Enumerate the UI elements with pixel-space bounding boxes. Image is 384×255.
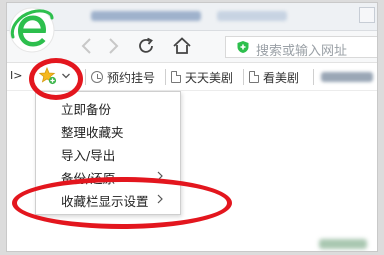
bookmark-item[interactable]: 天天美剧 (171, 69, 233, 85)
chevron-right-icon (157, 171, 163, 181)
menu-item-import-export[interactable]: 导入/导出 (36, 142, 182, 164)
menu-item-label: 整理收藏夹 (61, 125, 124, 140)
menu-item-label: 收藏栏显示设置 (61, 194, 149, 209)
chevron-down-icon (62, 73, 70, 79)
home-button[interactable] (171, 35, 193, 57)
favorites-button[interactable] (37, 67, 77, 87)
back-button[interactable] (77, 35, 97, 57)
refresh-button[interactable] (135, 35, 157, 57)
address-bar[interactable]: 搜索或输入网址 (225, 36, 377, 59)
menu-item-backup-restore[interactable]: 备份/还原 (36, 165, 182, 187)
tab-strip (7, 3, 377, 31)
page-icon (249, 71, 259, 83)
shield-icon (237, 41, 249, 53)
forward-button[interactable] (103, 35, 123, 57)
refresh-icon (139, 37, 153, 53)
blurred-bookmark[interactable] (321, 72, 373, 82)
chevron-right-icon (109, 38, 119, 54)
divider (85, 69, 86, 85)
chevron-right-icon (157, 194, 163, 204)
menu-item-backup-now[interactable]: 立即备份 (36, 96, 182, 118)
divider (313, 69, 314, 85)
bookmark-item[interactable]: 看美剧 (249, 69, 299, 85)
star-add-icon (39, 67, 57, 85)
ie-logo-icon (9, 7, 55, 53)
bookmark-label: 看美剧 (263, 70, 300, 85)
favorites-dropdown-menu: 立即备份 整理收藏夹 导入/导出 备份/还原 收藏栏显示设置 (35, 91, 181, 215)
divider (165, 69, 166, 85)
bookmarks-bar: I> 预约挂号 天天美剧 看美剧 (7, 63, 377, 91)
window-button[interactable] (359, 7, 375, 23)
menu-item-label: 导入/导出 (61, 148, 116, 163)
menu-item-label: 立即备份 (61, 102, 112, 117)
menu-item-organize-favorites[interactable]: 整理收藏夹 (36, 119, 182, 141)
menu-item-label: 备份/还原 (61, 171, 116, 186)
blurred-tab[interactable] (217, 11, 287, 21)
bookmark-label: 预约挂号 (107, 70, 156, 85)
divider (243, 69, 244, 85)
blurred-tab[interactable] (91, 11, 201, 21)
bookmark-item[interactable]: 预约挂号 (91, 69, 155, 85)
menu-item-bookmarks-bar-settings[interactable]: 收藏栏显示设置 (36, 188, 182, 210)
page-icon (171, 71, 181, 83)
blurred-region (319, 239, 367, 249)
home-icon (173, 37, 191, 54)
bookmark-label: 天天美剧 (185, 70, 234, 85)
browser-window: 搜索或输入网址 I> 预约挂号 天天美剧 看美剧 立即备份 整理收藏夹 导入/导… (6, 2, 378, 252)
clock-icon (91, 71, 103, 83)
chevron-left-icon (81, 38, 91, 54)
address-placeholder: 搜索或输入网址 (256, 44, 348, 59)
bookmarks-bar-edge: I> (10, 69, 23, 82)
navigation-toolbar: 搜索或输入网址 (7, 31, 377, 63)
